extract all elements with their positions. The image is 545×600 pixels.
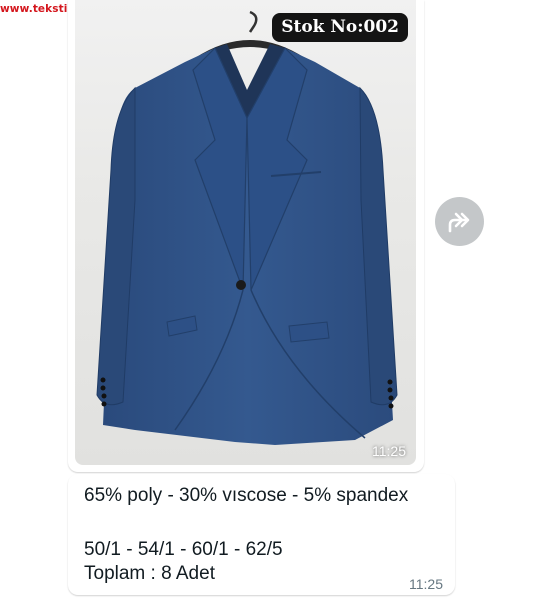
forward-button[interactable]: [435, 197, 484, 246]
fabric-composition-text: 65% poly - 30% vıscose - 5% spandex: [84, 485, 409, 506]
text-timestamp: 11:25: [409, 576, 443, 592]
text-message-bubble[interactable]: 65% poly - 30% vıscose - 5% spandex 50/1…: [68, 474, 455, 595]
total-count-text: Toplam : 8 Adet: [84, 563, 215, 584]
sizes-text: 50/1 - 54/1 - 60/1 - 62/5: [84, 539, 283, 560]
image-timestamp: 11:25: [372, 443, 406, 459]
image-message-bubble[interactable]: Stok No:002 11:25: [68, 0, 424, 472]
forward-arrow-icon: [448, 212, 469, 232]
stock-number-badge: Stok No:002: [272, 13, 408, 42]
suit-photo[interactable]: Stok No:002 11:25: [75, 0, 416, 465]
suit-illustration: [96, 10, 398, 445]
